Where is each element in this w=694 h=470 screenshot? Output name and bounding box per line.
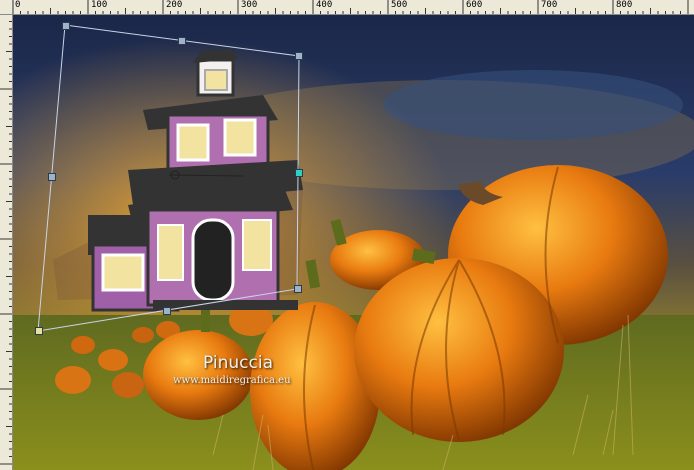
transform-handle-right-mid[interactable] <box>295 169 303 177</box>
ruler-label-800: 800 <box>616 0 633 10</box>
house-door <box>191 218 235 302</box>
ruler-label-300: 300 <box>241 0 258 10</box>
vertical-ruler[interactable] <box>0 14 13 470</box>
ruler-label-400: 400 <box>316 0 333 10</box>
horizontal-ruler[interactable]: 0 100 200 300 400 500 600 700 800 <box>0 0 694 15</box>
transform-handle-bottom-left[interactable] <box>35 327 43 335</box>
ruler-label-200: 200 <box>166 0 183 10</box>
ruler-label-100: 100 <box>91 0 108 10</box>
transform-handle-bottom-right[interactable] <box>294 285 302 293</box>
ruler-label-600: 600 <box>466 0 483 10</box>
halloween-scene <box>13 15 694 470</box>
transform-handle-left-mid[interactable] <box>48 173 56 181</box>
transform-handle-top-left[interactable] <box>62 22 70 30</box>
vertical-ruler-ticks <box>0 14 12 465</box>
image-canvas[interactable]: Pinuccia www.maidiregrafica.eu <box>13 15 694 470</box>
ruler-label-500: 500 <box>391 0 408 10</box>
pumpkin-front-center <box>354 258 564 442</box>
ruler-corner <box>0 0 13 15</box>
transform-handle-bottom-mid[interactable] <box>163 307 171 315</box>
watermark-name: Pinuccia <box>203 353 273 373</box>
transform-handle-top-right[interactable] <box>295 52 303 60</box>
watermark-site: www.maidiregrafica.eu <box>173 375 291 386</box>
ruler-label-0: 0 <box>15 0 21 10</box>
transform-handle-top-mid[interactable] <box>178 37 186 45</box>
ruler-label-700: 700 <box>541 0 558 10</box>
